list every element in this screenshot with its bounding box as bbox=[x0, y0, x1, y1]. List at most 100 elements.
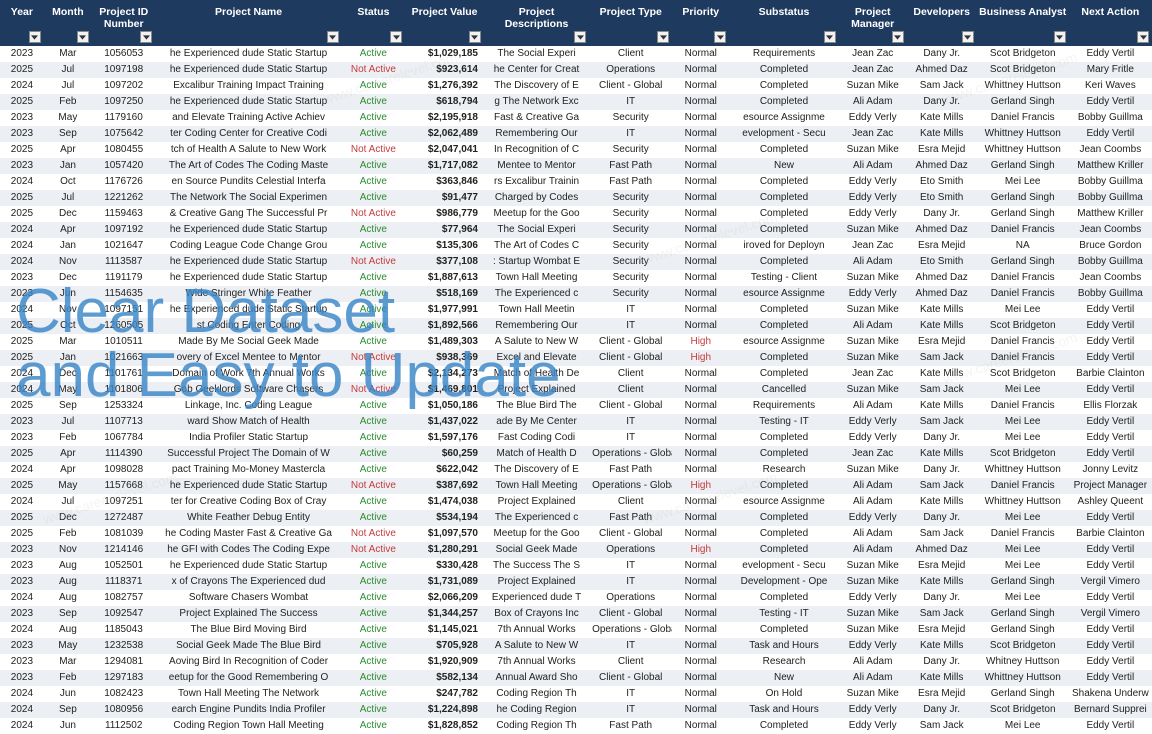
filter-dropdown-pm[interactable] bbox=[892, 31, 904, 43]
cell-status: Not Active bbox=[342, 382, 406, 398]
cell-year: 2025 bbox=[0, 142, 44, 158]
cell-pm: Jean Zac bbox=[839, 238, 907, 254]
table-row: 2024Aug1185043The Blue Bird Moving BirdA… bbox=[0, 622, 1152, 638]
cell-value: $1,717,082 bbox=[405, 158, 484, 174]
cell-desc: The Success The S bbox=[484, 558, 589, 574]
cell-ptype: Client - Global bbox=[589, 606, 672, 622]
cell-pid: 1082757 bbox=[92, 590, 156, 606]
cell-ptype: Security bbox=[589, 254, 672, 270]
cell-status: Not Active bbox=[342, 206, 406, 222]
cell-substatus: Research bbox=[729, 462, 839, 478]
cell-priority: Normal bbox=[672, 622, 729, 638]
cell-year: 2024 bbox=[0, 622, 44, 638]
cell-pname: The Blue Bird Moving Bird bbox=[155, 622, 341, 638]
cell-pid: 1097250 bbox=[92, 94, 156, 110]
cell-desc: The Social Experi bbox=[484, 222, 589, 238]
cell-next: Eddy Vertil bbox=[1069, 654, 1152, 670]
cell-month: Aug bbox=[44, 558, 92, 574]
cell-substatus: esource Assignme bbox=[729, 334, 839, 350]
filter-dropdown-pname[interactable] bbox=[327, 31, 339, 43]
filter-dropdown-ba[interactable] bbox=[1054, 31, 1066, 43]
cell-substatus: Completed bbox=[729, 174, 839, 190]
cell-dev: Kate Mills bbox=[907, 638, 977, 654]
cell-next: Eddy Vertil bbox=[1069, 670, 1152, 686]
cell-year: 2024 bbox=[0, 718, 44, 734]
cell-substatus: Completed bbox=[729, 62, 839, 78]
cell-pname: and Elevate Training Active Achiev bbox=[155, 110, 341, 126]
cell-pm: Suzan Mike bbox=[839, 622, 907, 638]
cell-next: Eddy Vertil bbox=[1069, 718, 1152, 734]
cell-desc: he Center for Creat bbox=[484, 62, 589, 78]
filter-dropdown-dev[interactable] bbox=[962, 31, 974, 43]
cell-dev: Dany Jr. bbox=[907, 206, 977, 222]
table-row: 2024Nov1113587he Experienced dude Static… bbox=[0, 254, 1152, 270]
cell-value: $387,692 bbox=[405, 478, 484, 494]
filter-dropdown-next[interactable] bbox=[1137, 31, 1149, 43]
filter-dropdown-ptype[interactable] bbox=[657, 31, 669, 43]
cell-pm: Suzan Mike bbox=[839, 142, 907, 158]
cell-desc: Project Explained bbox=[484, 494, 589, 510]
column-header-priority: Priority bbox=[672, 0, 729, 46]
cell-status: Active bbox=[342, 78, 406, 94]
filter-dropdown-priority[interactable] bbox=[714, 31, 726, 43]
cell-month: Oct bbox=[44, 318, 92, 334]
filter-dropdown-pid[interactable] bbox=[140, 31, 152, 43]
cell-year: 2024 bbox=[0, 238, 44, 254]
column-header-status: Status bbox=[342, 0, 406, 46]
cell-value: $2,195,918 bbox=[405, 110, 484, 126]
cell-pid: 1176726 bbox=[92, 174, 156, 190]
cell-dev: Kate Mills bbox=[907, 366, 977, 382]
cell-next: Eddy Vertil bbox=[1069, 510, 1152, 526]
cell-month: Jul bbox=[44, 78, 92, 94]
filter-dropdown-value[interactable] bbox=[469, 31, 481, 43]
cell-status: Active bbox=[342, 334, 406, 350]
cell-year: 2025 bbox=[0, 398, 44, 414]
cell-substatus: Completed bbox=[729, 590, 839, 606]
cell-status: Active bbox=[342, 302, 406, 318]
cell-next: Mary Fritle bbox=[1069, 62, 1152, 78]
cell-pname: The Art of Codes The Coding Maste bbox=[155, 158, 341, 174]
cell-substatus: Completed bbox=[729, 142, 839, 158]
cell-substatus: Completed bbox=[729, 318, 839, 334]
cell-status: Active bbox=[342, 606, 406, 622]
cell-value: $1,474,038 bbox=[405, 494, 484, 510]
cell-substatus: Completed bbox=[729, 190, 839, 206]
cell-desc: Match of Health De bbox=[484, 366, 589, 382]
cell-pname: he Experienced dude Static Startup bbox=[155, 94, 341, 110]
cell-substatus: Task and Hours bbox=[729, 638, 839, 654]
filter-dropdown-status[interactable] bbox=[390, 31, 402, 43]
cell-desc: A Salute to New W bbox=[484, 334, 589, 350]
cell-value: $77,964 bbox=[405, 222, 484, 238]
cell-next: Eddy Vertil bbox=[1069, 590, 1152, 606]
cell-pid: 1097251 bbox=[92, 494, 156, 510]
cell-substatus: Completed bbox=[729, 542, 839, 558]
cell-ba: Mei Lee bbox=[977, 302, 1069, 318]
cell-next: Barbie Clainton bbox=[1069, 526, 1152, 542]
cell-status: Active bbox=[342, 462, 406, 478]
filter-dropdown-desc[interactable] bbox=[574, 31, 586, 43]
cell-status: Active bbox=[342, 94, 406, 110]
cell-substatus: Completed bbox=[729, 446, 839, 462]
cell-ba: Whittney Huttson bbox=[977, 126, 1069, 142]
cell-pid: 1260505 bbox=[92, 318, 156, 334]
cell-priority: Normal bbox=[672, 238, 729, 254]
filter-dropdown-year[interactable] bbox=[29, 31, 41, 43]
table-row: 2024Apr1098028pact Training Mo-Money Mas… bbox=[0, 462, 1152, 478]
filter-dropdown-substatus[interactable] bbox=[824, 31, 836, 43]
cell-ba: Gerland Singh bbox=[977, 158, 1069, 174]
cell-pid: 1101761 bbox=[92, 366, 156, 382]
cell-status: Active bbox=[342, 686, 406, 702]
filter-dropdown-month[interactable] bbox=[77, 31, 89, 43]
cell-next: Ellis Florzak bbox=[1069, 398, 1152, 414]
cell-priority: Normal bbox=[672, 702, 729, 718]
cell-pm: Jean Zac bbox=[839, 62, 907, 78]
cell-pid: 1057420 bbox=[92, 158, 156, 174]
cell-pid: 1021647 bbox=[92, 238, 156, 254]
cell-status: Not Active bbox=[342, 62, 406, 78]
cell-priority: Normal bbox=[672, 270, 729, 286]
cell-pid: 1221262 bbox=[92, 190, 156, 206]
cell-ba: Whittney Huttson bbox=[977, 78, 1069, 94]
cell-dev: Sam Jack bbox=[907, 350, 977, 366]
cell-ptype: Security bbox=[589, 206, 672, 222]
table-row: 2023Feb1067784India Profiler Static Star… bbox=[0, 430, 1152, 446]
